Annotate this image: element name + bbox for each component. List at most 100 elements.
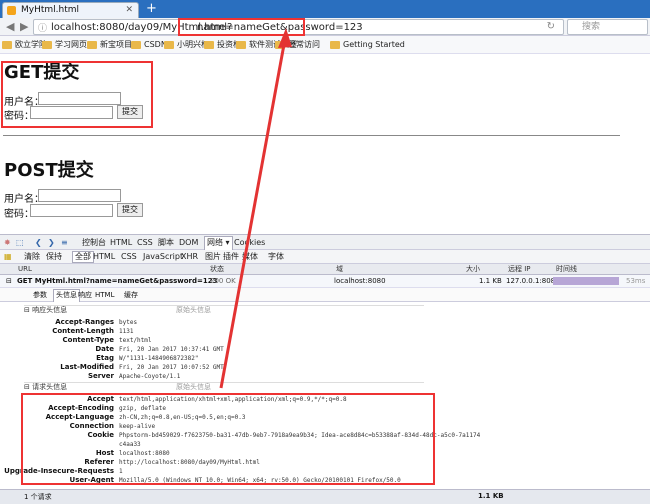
firebug-tab[interactable]: Cookies — [234, 238, 265, 248]
expand-icon[interactable]: ⊟ — [6, 277, 12, 286]
request-section-line — [24, 382, 424, 383]
bookmark-item[interactable]: Getting Started — [330, 39, 405, 51]
filter-button[interactable]: 全部 — [72, 251, 94, 263]
request-source-link[interactable]: 原始头信息 — [176, 383, 211, 392]
header-key: Date — [95, 345, 114, 353]
detail-tab[interactable]: HTML — [95, 291, 114, 300]
header-key: Accept-Ranges — [55, 318, 114, 326]
bookmark-label: 学习网页 — [55, 40, 87, 49]
filter-button[interactable]: 字体 — [268, 252, 284, 262]
bookmark-label: 经常访问 — [288, 40, 320, 49]
folder-icon — [236, 41, 246, 49]
detail-tabs: 参数 头信息 响应 HTML 缓存 — [0, 288, 650, 302]
status-request-count: 1 个请求 — [24, 493, 52, 501]
header-key: Content-Type — [62, 336, 115, 344]
post-password-input[interactable] — [30, 204, 113, 217]
get-form-highlight — [1, 61, 153, 128]
folder-icon — [204, 41, 214, 49]
folder-icon — [131, 41, 141, 49]
reload-icon[interactable]: ↻ — [547, 21, 555, 32]
folder-icon — [164, 41, 174, 49]
filter-button[interactable]: CSS — [121, 252, 137, 262]
column-header[interactable]: 域 — [336, 265, 343, 274]
header-key: Etag — [96, 354, 114, 362]
bookmarks-bar: 欧立学院 学习网页 新宝项目 CSDN 小明兴杯 投资杯 软件测试大赛 经常访问 Getting… — [0, 36, 650, 54]
nav-bar: ◀ ▶ ⓘ localhost:8080/day09/MyHtml.html? … — [0, 18, 650, 36]
filter-button[interactable]: 插件 — [223, 252, 239, 262]
post-username-input[interactable] — [38, 189, 121, 202]
column-header[interactable]: 大小 — [466, 265, 480, 274]
filter-button[interactable]: JavaScript — [143, 252, 183, 262]
detail-tab[interactable]: 头信息 — [53, 289, 80, 302]
info-icon[interactable]: ⓘ — [38, 21, 47, 34]
response-section-header[interactable]: ⊟ 响应头信息 — [24, 306, 67, 315]
tab-myhtml[interactable]: MyHtml.html ✕ — [2, 2, 139, 18]
firebug-tab[interactable]: CSS — [137, 238, 153, 248]
request-domain: localhost:8080 — [334, 277, 386, 285]
folder-icon — [2, 41, 12, 49]
folder-icon — [87, 41, 97, 49]
column-header[interactable]: 远程 IP — [508, 265, 531, 274]
back-nav-icon[interactable]: ❮ — [35, 238, 42, 248]
detail-tab[interactable]: 缓存 — [124, 291, 138, 300]
detail-tab[interactable]: 参数 — [33, 291, 47, 300]
detail-tab[interactable]: 响应 — [78, 291, 92, 300]
net-column-header: URL 状态 域 大小 远程 IP 时间线 — [0, 264, 650, 275]
forward-nav-icon[interactable]: ❯ — [48, 238, 55, 248]
firebug-tab[interactable]: 控制台 — [82, 238, 106, 248]
header-value: Apache-Coyote/1.1 — [119, 373, 181, 380]
header-value: text/html — [119, 337, 152, 344]
filter-button[interactable]: 清除 — [24, 252, 40, 262]
back-icon[interactable]: ◀ — [6, 20, 14, 34]
column-header[interactable]: 时间线 — [556, 265, 577, 274]
firebug-tab[interactable]: HTML — [110, 238, 132, 248]
filter-button[interactable]: HTML — [93, 252, 115, 262]
tab-title: MyHtml.html — [21, 5, 80, 15]
command-line-icon[interactable]: ≡ — [61, 238, 68, 248]
url-query-highlight — [178, 18, 305, 36]
bookmark-item[interactable]: CSDN — [131, 39, 167, 51]
header-key: Last-Modified — [60, 363, 114, 371]
tab-bar: MyHtml.html ✕ + — [0, 0, 650, 18]
forward-icon[interactable]: ▶ — [20, 20, 28, 34]
bookmark-item[interactable]: 新宝项目 — [87, 39, 132, 51]
request-time: 53ms — [626, 277, 646, 285]
new-tab-button[interactable]: + — [146, 0, 157, 17]
filter-button[interactable]: 保持 — [46, 252, 62, 262]
firebug-toolbar: ✸ ⬚ ❮ ❯ ≡ 控制台 HTML CSS 脚本 DOM 网络 ▾ Cookies — [0, 234, 650, 250]
close-tab-icon[interactable]: ✕ — [125, 3, 133, 17]
bookmark-item[interactable]: 小明兴杯 — [164, 39, 209, 51]
page-favicon-icon — [7, 6, 16, 15]
request-section-header[interactable]: ⊟ 请求头信息 — [24, 383, 67, 392]
request-remote-ip: 127.0.0.1:8080 — [506, 277, 560, 285]
firebug-tab[interactable]: 网络 ▾ — [204, 236, 233, 250]
header-value: bytes — [119, 319, 138, 326]
separator-line — [3, 135, 620, 136]
search-input[interactable]: 搜索 — [567, 19, 648, 35]
response-section-title: 响应头信息 — [32, 306, 68, 314]
post-submit-button[interactable]: 提交 — [117, 203, 143, 217]
firebug-tab[interactable]: DOM — [179, 238, 198, 248]
timeline-bar — [553, 277, 619, 285]
filter-button[interactable]: XHR — [181, 252, 198, 262]
response-source-link[interactable]: 原始头信息 — [176, 306, 211, 315]
persist-icon[interactable]: ▦ — [4, 252, 12, 262]
firebug-filter-bar: ▦ 清除 保持 全部 HTML CSS JavaScript XHR 图片 插件 媒体 字体 — [0, 250, 650, 264]
inspect-icon[interactable]: ⬚ — [16, 238, 24, 248]
request-size: 1.1 KB — [479, 277, 502, 285]
filter-button[interactable]: 媒体 — [242, 252, 258, 262]
header-value: W/"1131-1484906872382" — [119, 355, 199, 362]
bookmark-item[interactable]: 欧立学院 — [2, 39, 47, 51]
column-header[interactable]: 状态 — [210, 265, 224, 274]
request-url: GET MyHtml.html?name=nameGet&password=12… — [17, 277, 218, 285]
firebug-tab[interactable]: 脚本 — [158, 238, 174, 248]
filter-button[interactable]: 图片 — [205, 252, 221, 262]
bookmark-item[interactable]: 学习网页 — [42, 39, 87, 51]
header-value: 1131 — [119, 328, 134, 335]
folder-icon — [330, 41, 340, 49]
firebug-bug-icon[interactable]: ✸ — [4, 238, 11, 248]
request-headers-highlight — [21, 393, 435, 485]
column-header[interactable]: URL — [18, 265, 32, 274]
response-section-line — [24, 305, 424, 306]
bookmark-item[interactable]: 经常访问 — [275, 39, 320, 51]
